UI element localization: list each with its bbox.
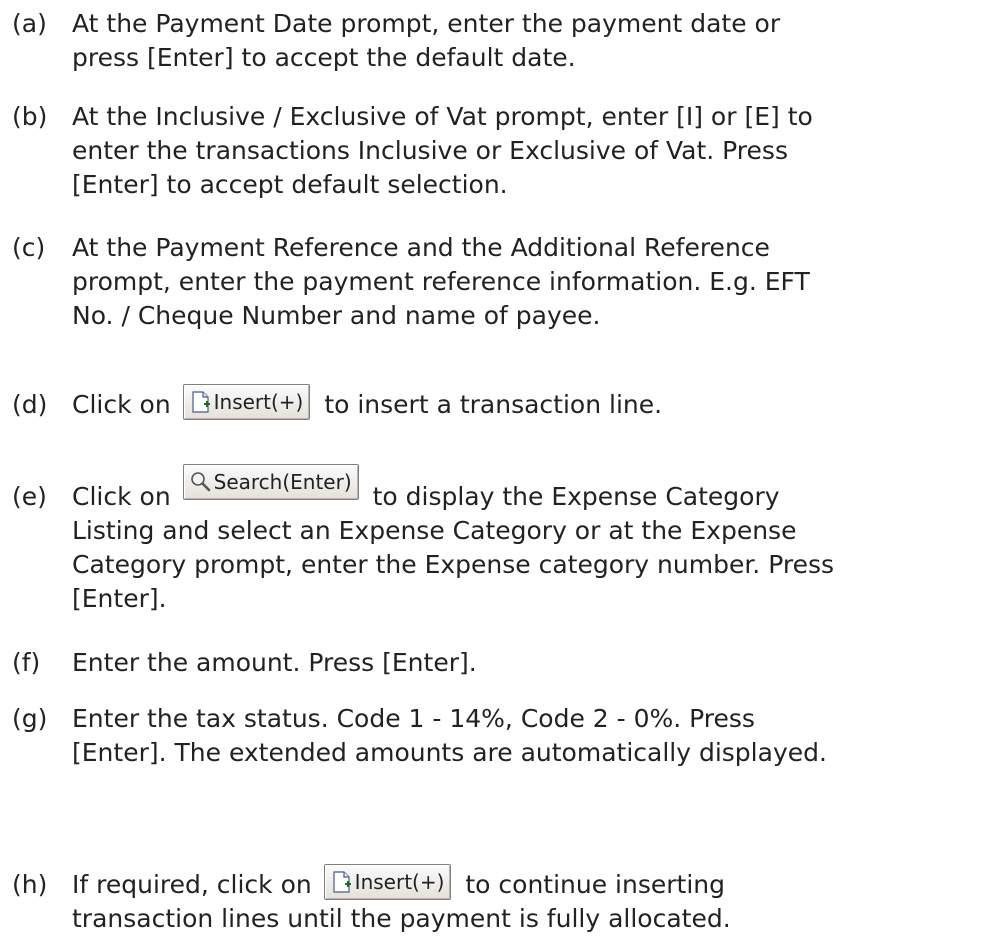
step-text: Enter the amount. Press [Enter]. — [72, 646, 992, 680]
step-text: Click on Insert(+) to insert a transacti… — [72, 384, 992, 422]
step-text-after: to insert a transaction line. — [324, 390, 663, 419]
insert-document-icon — [329, 870, 355, 894]
magnifier-icon — [188, 470, 214, 494]
step-line: Enter the amount. Press [Enter]. — [72, 648, 477, 677]
step-marker: (f) — [12, 648, 41, 677]
step-line: Click on Search(Enter) to display the Ex… — [72, 464, 992, 514]
step-line: prompt, enter the payment reference info… — [72, 267, 810, 296]
step-marker: (h) — [12, 870, 48, 899]
insert-document-icon — [188, 390, 214, 414]
step-line: At the Inclusive / Exclusive of Vat prom… — [72, 102, 813, 131]
step-line: At the Payment Reference and the Additio… — [72, 233, 770, 262]
step-line: Enter the tax status. Code 1 - 14%, Code… — [72, 704, 755, 733]
step-line: enter the transactions Inclusive or Excl… — [72, 136, 788, 165]
step-text: Enter the tax status. Code 1 - 14%, Code… — [72, 702, 992, 770]
step-text: If required, click on Insert(+) to conti… — [72, 864, 992, 936]
step-marker: (d) — [12, 390, 48, 419]
step-line: [Enter]. The extended amounts are automa… — [72, 738, 827, 767]
step-text-before: Click on — [72, 482, 171, 511]
step-marker: (e) — [12, 482, 47, 511]
insert-button-label: Insert(+) — [354, 870, 445, 894]
search-button-label: Search(Enter) — [213, 470, 352, 494]
step-marker: (g) — [12, 704, 48, 733]
step-line: No. / Cheque Number and name of payee. — [72, 301, 601, 330]
insert-button[interactable]: Insert(+) — [182, 384, 311, 420]
step-line: At the Payment Date prompt, enter the pa… — [72, 9, 781, 38]
step-text: At the Payment Reference and the Additio… — [72, 231, 992, 333]
step-marker: (c) — [12, 233, 46, 262]
step-line: [Enter] to accept default selection. — [72, 170, 508, 199]
insert-button-label: Insert(+) — [213, 390, 304, 414]
step-line: transaction lines until the payment is f… — [72, 904, 731, 933]
search-button[interactable]: Search(Enter) — [182, 464, 359, 500]
step-line: Click on Insert(+) to insert a transacti… — [72, 384, 992, 422]
step-line: press [Enter] to accept the default date… — [72, 43, 576, 72]
step-text-after: to display the Expense Category — [372, 482, 780, 511]
step-text: At the Inclusive / Exclusive of Vat prom… — [72, 100, 992, 202]
step-line: Listing and select an Expense Category o… — [72, 516, 797, 545]
step-line: Category prompt, enter the Expense categ… — [72, 550, 834, 579]
step-text-before: Click on — [72, 390, 171, 419]
step-text: Click on Search(Enter) to display the Ex… — [72, 464, 992, 616]
step-line: If required, click on Insert(+) to conti… — [72, 864, 992, 902]
step-text-before: If required, click on — [72, 870, 312, 899]
step-marker: (b) — [12, 102, 48, 131]
step-line: [Enter]. — [72, 584, 167, 613]
step-marker: (a) — [12, 9, 47, 38]
step-text: At the Payment Date prompt, enter the pa… — [72, 7, 992, 75]
step-text-after: to continue inserting — [465, 870, 725, 899]
insert-button[interactable]: Insert(+) — [323, 864, 452, 900]
